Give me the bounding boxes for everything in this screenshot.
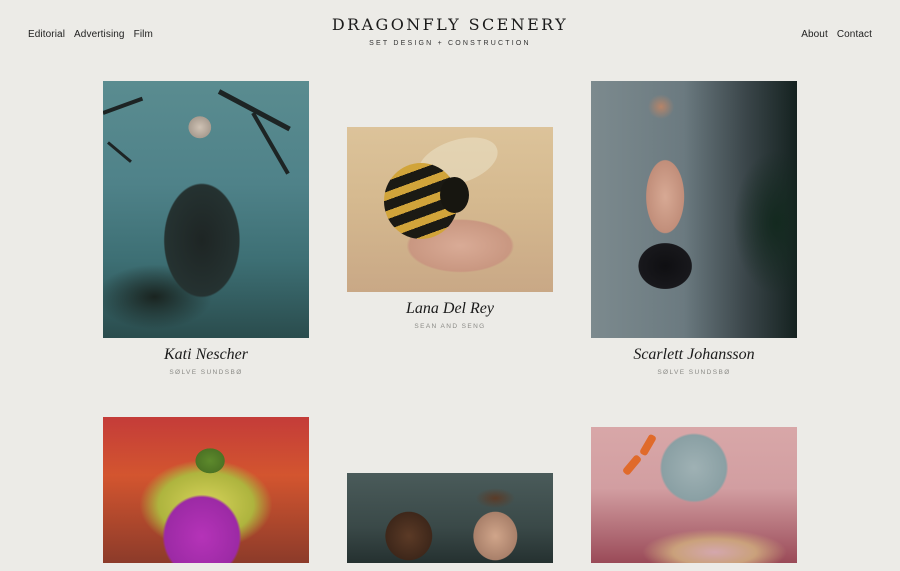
project-credit: SØLVE SUNDSBØ: [169, 369, 243, 376]
project-image[interactable]: [103, 81, 309, 338]
project-image[interactable]: [591, 81, 797, 338]
project-credit: SØLVE SUNDSBØ: [657, 369, 731, 376]
project-image[interactable]: [347, 127, 553, 292]
project-image[interactable]: [347, 473, 553, 563]
project-image[interactable]: [591, 427, 797, 563]
project-image[interactable]: [103, 417, 309, 563]
project-credit: SEAN AND SENG: [414, 323, 486, 330]
site-title[interactable]: DRAGONFLY SCENERY: [0, 15, 900, 34]
gallery-item[interactable]: Scarlett Johansson SØLVE SUNDSBØ: [591, 81, 797, 376]
project-title[interactable]: Kati Nescher: [103, 346, 309, 364]
gallery-item[interactable]: [103, 417, 309, 571]
nav-link-about[interactable]: About: [801, 29, 828, 40]
gallery-item[interactable]: Kati Nescher SØLVE SUNDSBØ: [103, 81, 309, 376]
nav-link-contact[interactable]: Contact: [837, 29, 872, 40]
project-title[interactable]: Scarlett Johansson: [591, 346, 797, 364]
gallery-item[interactable]: [347, 473, 553, 571]
site-logo[interactable]: DRAGONFLY SCENERY SET DESIGN + CONSTRUCT…: [0, 15, 900, 47]
site-tagline: SET DESIGN + CONSTRUCTION: [369, 40, 531, 47]
gallery-item[interactable]: Lana Del Rey SEAN AND SENG: [347, 127, 553, 330]
project-title[interactable]: Lana Del Rey: [347, 300, 553, 318]
gallery-item[interactable]: [591, 427, 797, 571]
secondary-nav: About Contact: [801, 29, 872, 40]
